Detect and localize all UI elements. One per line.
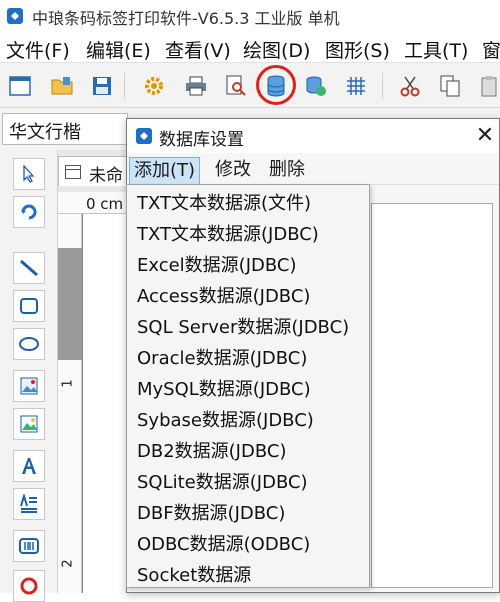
drawing-toolbox (0, 150, 58, 602)
dropdown-item-sqlite[interactable]: SQLite数据源(JDBC) (137, 468, 308, 498)
paste-icon[interactable] (474, 70, 500, 102)
menu-shape[interactable]: 图形(S) (325, 36, 390, 63)
dialog-menubar: 添加(T) 修改 删除 (127, 153, 499, 185)
data-source-list[interactable] (371, 203, 493, 588)
window-title: 中琅条码标签打印软件-V6.5.3 工业版 单机 (32, 9, 340, 28)
new-window-icon[interactable] (4, 70, 36, 102)
ellipse-tool-icon[interactable] (13, 328, 45, 360)
save-icon[interactable] (86, 70, 118, 102)
dropdown-item-oracle[interactable]: Oracle数据源(JDBC) (137, 344, 307, 374)
cut-icon[interactable] (394, 70, 426, 102)
title-bar: 中琅条码标签打印软件-V6.5.3 工业版 单机 (0, 0, 500, 32)
dialog-title: 数据库设置 (159, 130, 244, 150)
font-family-select[interactable]: 华文行楷 (2, 113, 128, 145)
dialog-logo-icon (136, 128, 152, 144)
dropdown-item-odbc[interactable]: ODBC数据源(ODBC) (137, 530, 310, 560)
document-tab-label: 未命 (89, 166, 123, 186)
app-logo-icon (7, 8, 23, 24)
ruler-tick-label: 2 (60, 559, 76, 568)
menu-delete[interactable]: 删除 (265, 157, 309, 185)
rectangle-tool-icon[interactable] (13, 290, 45, 322)
menu-modify[interactable]: 修改 (211, 157, 255, 185)
close-icon[interactable]: ✕ (471, 121, 499, 149)
dialog-title-bar: 数据库设置 ✕ (127, 119, 499, 153)
main-menubar: 文件(F) 编辑(E) 查看(V) 绘图(D) 图形(S) 工具(T) 窗 (0, 32, 500, 62)
font-family-value: 华文行楷 (9, 122, 81, 143)
add-data-source-dropdown: TXT文本数据源(文件) TXT文本数据源(JDBC) Excel数据源(JDB… (126, 184, 370, 588)
dropdown-item-txt-jdbc[interactable]: TXT文本数据源(JDBC) (137, 220, 319, 250)
copy-icon[interactable] (434, 70, 466, 102)
barcode-tool-icon[interactable] (13, 530, 45, 562)
picture-tool-icon[interactable] (13, 408, 45, 440)
dropdown-item-dbf[interactable]: DBF数据源(JDBC) (137, 499, 285, 529)
print-icon[interactable] (180, 70, 212, 102)
open-folder-icon[interactable] (46, 70, 78, 102)
menu-file[interactable]: 文件(F) (6, 36, 70, 63)
rotate-tool-icon[interactable] (13, 196, 45, 228)
menu-view[interactable]: 查看(V) (165, 36, 231, 63)
settings-icon[interactable] (138, 70, 170, 102)
rich-text-tool-icon[interactable] (13, 488, 45, 520)
dropdown-item-socket[interactable]: Socket数据源 (137, 561, 251, 591)
dropdown-item-sql-server[interactable]: SQL Server数据源(JDBC) (137, 313, 349, 343)
text-tool-icon[interactable] (13, 450, 45, 482)
main-toolbar (0, 62, 500, 108)
dropdown-item-sybase[interactable]: Sybase数据源(JDBC) (137, 406, 314, 436)
document-icon (65, 165, 81, 179)
dropdown-item-excel[interactable]: Excel数据源(JDBC) (137, 251, 297, 281)
grid-icon[interactable] (340, 70, 372, 102)
menu-draw[interactable]: 绘图(D) (243, 36, 310, 63)
dropdown-item-txt-file[interactable]: TXT文本数据源(文件) (137, 189, 311, 219)
menu-tools[interactable]: 工具(T) (404, 36, 468, 63)
ruler-unit-label: 0 cm (86, 195, 124, 213)
dropdown-item-access[interactable]: Access数据源(JDBC) (137, 282, 310, 312)
menu-window[interactable]: 窗 (482, 36, 500, 63)
toolbar-separator (124, 73, 125, 99)
dropdown-item-mysql[interactable]: MySQL数据源(JDBC) (137, 375, 311, 405)
image-tool-icon[interactable] (13, 370, 45, 402)
shape-tool-icon[interactable] (13, 570, 45, 602)
print-preview-icon[interactable] (220, 70, 252, 102)
highlight-circle (256, 65, 296, 105)
ruler-tick-label: 1 (60, 379, 76, 388)
select-pointer-icon[interactable] (13, 158, 45, 190)
menu-edit[interactable]: 编辑(E) (86, 36, 151, 63)
menu-add[interactable]: 添加(T) (129, 157, 201, 185)
dropdown-item-db2[interactable]: DB2数据源(JDBC) (137, 437, 286, 467)
line-tool-icon[interactable] (13, 252, 45, 284)
ruler-selection-strip (58, 248, 82, 360)
database-refresh-icon[interactable] (300, 70, 332, 102)
toolbar-separator (382, 73, 383, 99)
